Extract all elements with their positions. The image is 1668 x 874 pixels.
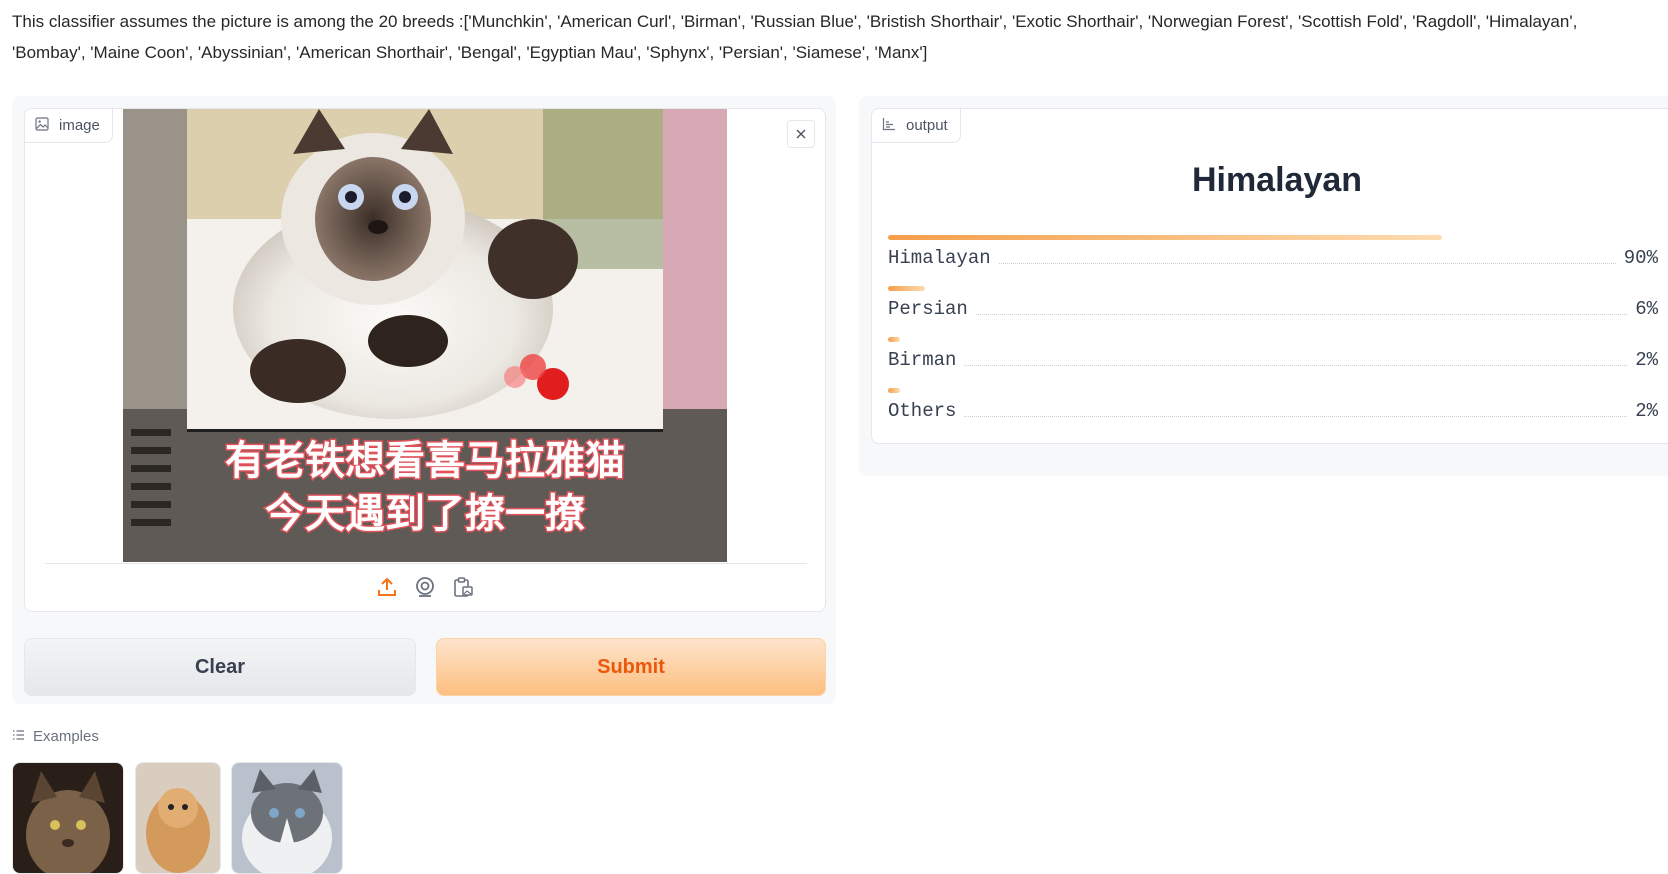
confidence-value: 2% <box>1635 349 1658 371</box>
example-thumbnail[interactable] <box>12 762 124 874</box>
image-divider <box>45 563 807 564</box>
image-source-selector <box>25 575 825 599</box>
predicted-label: Himalayan <box>1191 161 1363 199</box>
clear-button[interactable]: Clear <box>24 638 416 696</box>
confidence-row: Birman 2% <box>888 337 1658 388</box>
dotted-leader <box>998 263 1616 264</box>
output-block: output Himalayan Himalayan 90% Persian 6… <box>871 108 1668 444</box>
list-icon <box>12 728 25 745</box>
confidence-label: Persian <box>888 298 968 320</box>
confidence-row: Others 2% <box>888 388 1658 439</box>
examples-label: Examples <box>33 728 99 745</box>
submit-button[interactable]: Submit <box>436 638 826 696</box>
image-caption-line2: 今天遇到了撩一撩 <box>265 491 585 537</box>
dotted-leader <box>964 416 1628 417</box>
upload-icon[interactable] <box>375 575 399 599</box>
output-panel: output Himalayan Himalayan 90% Persian 6… <box>859 96 1668 476</box>
confidence-list: Himalayan 90% Persian 6% Birman 2% Other… <box>888 235 1658 439</box>
confidence-label: Birman <box>888 349 957 371</box>
confidence-bar <box>888 388 901 393</box>
image-label-text: image <box>59 117 100 134</box>
confidence-value: 90% <box>1623 247 1658 269</box>
uploaded-image: 有老铁想看喜马拉雅猫 今天遇到了撩一撩 <box>123 109 727 562</box>
dotted-leader <box>964 365 1628 366</box>
example-thumbnail[interactable] <box>135 762 221 874</box>
bar-chart-icon <box>882 117 896 135</box>
examples-header: Examples <box>12 728 99 745</box>
confidence-bar <box>888 286 925 291</box>
image-block-label: image <box>25 109 113 143</box>
output-block-label: output <box>872 109 961 143</box>
image-input-block[interactable]: image 有老铁想看喜马拉雅猫 今天遇到了撩一撩 <box>24 108 826 612</box>
input-panel: image 有老铁想看喜马拉雅猫 今天遇到了撩一撩 Clear Submit <box>12 96 836 704</box>
clipboard-icon[interactable] <box>451 575 475 599</box>
example-thumbnail[interactable] <box>231 762 343 874</box>
image-icon <box>35 116 49 135</box>
close-icon <box>796 129 806 139</box>
confidence-bar <box>888 337 901 342</box>
remove-image-button[interactable] <box>787 120 815 148</box>
confidence-value: 2% <box>1635 400 1658 422</box>
dotted-leader <box>975 314 1628 315</box>
confidence-label: Others <box>888 400 957 422</box>
webcam-icon[interactable] <box>413 575 437 599</box>
confidence-row: Persian 6% <box>888 286 1658 337</box>
app-description: This classifier assumes the picture is a… <box>12 12 1578 62</box>
confidence-value: 6% <box>1635 298 1658 320</box>
output-label-text: output <box>906 117 948 134</box>
confidence-label: Himalayan <box>888 247 991 269</box>
image-caption-line1: 有老铁想看喜马拉雅猫 <box>225 438 625 484</box>
confidence-bar <box>888 235 1443 240</box>
confidence-row: Himalayan 90% <box>888 235 1658 286</box>
